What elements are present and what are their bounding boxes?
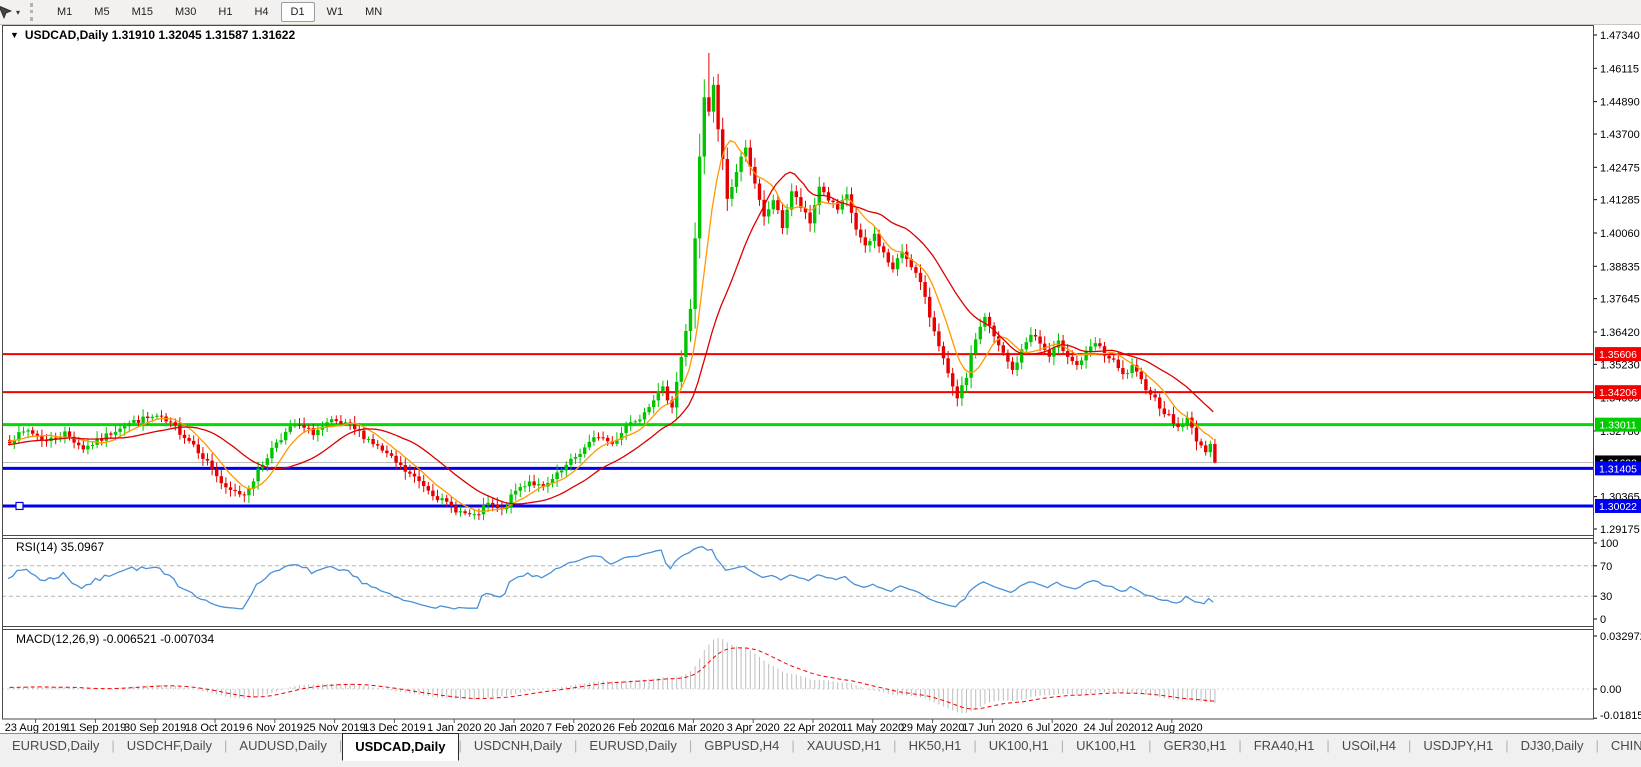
date-axis-label: 6 Nov 2019 [247,722,303,733]
date-axis-label: 13 Dec 2019 [363,722,425,733]
price-axis-label: 1.35230 [1600,359,1640,371]
price-axis-label: 1.37645 [1600,294,1640,306]
timeframe-button-w1[interactable]: W1 [317,2,354,22]
date-axis-label: 17 Jun 2020 [962,722,1023,733]
rsi-indicator-label: RSI(14) 35.0967 [16,540,104,554]
timeframe-button-h1[interactable]: H1 [208,2,242,22]
chart-window[interactable]: 1.47340 1.46115 1.44890 1.43700 1.42475 1.412… [0,25,1641,733]
chart-outer-border [3,26,1594,720]
candles-layer [8,53,1217,520]
rsi-line [8,547,1213,609]
price-axis-label: 1.44890 [1600,97,1640,109]
macd-signal-line [10,648,1215,709]
date-axis-label: 26 Feb 2020 [603,722,665,733]
chart-canvas[interactable]: 1.47340 1.46115 1.44890 1.43700 1.42475 1.412… [0,25,1641,733]
date-axis-label: 29 May 2020 [901,722,965,733]
timeframe-button-m15[interactable]: M15 [122,2,163,22]
svg-text:1.35606: 1.35606 [1599,349,1637,361]
price-axis-label: 1.46115 [1600,63,1639,75]
hline-selection-marker[interactable] [16,502,23,509]
macd-axis-label: -0.018154 [1600,710,1641,722]
price-axis: 1.47340 1.46115 1.44890 1.43700 1.42475 1.412… [1593,30,1641,536]
chart-tab-fra40-h1[interactable]: FRA40,H1 [1242,734,1327,758]
ma-8-line [8,141,1213,512]
date-axis-label: 1 Jan 2020 [427,722,481,733]
date-axis-label: 12 Aug 2020 [1141,722,1203,733]
chart-tab-usdchf-daily[interactable]: USDCHF,Daily [115,734,224,758]
date-axis-label: 6 Jul 2020 [1027,722,1078,733]
rsi-axis-label: 30 [1600,591,1612,603]
timeframe-button-h4[interactable]: H4 [244,2,278,22]
date-axis-label: 25 Nov 2019 [303,722,365,733]
svg-text:1.33011: 1.33011 [1599,420,1636,432]
symbol-tab-bar: EURUSD,Daily|USDCHF,Daily|AUDUSD,Daily|U… [0,733,1641,767]
date-axis-label: 24 Jul 2020 [1084,722,1141,733]
price-axis-label: 1.42475 [1600,162,1640,174]
macd-indicator-label: MACD(12,26,9) -0.006521 -0.007034 [16,632,214,646]
rsi-axis-label: 100 [1600,538,1618,550]
timeframe-button-m1[interactable]: M1 [47,2,82,22]
pane-borders [2,26,1594,720]
macd-axis-label: 0.032972 [1600,631,1641,643]
date-axis-label: 7 Feb 2020 [546,722,602,733]
chart-tab-uk100-h1[interactable]: UK100,H1 [1064,734,1148,758]
chart-tab-eurusd-daily[interactable]: EURUSD,Daily [577,734,688,758]
rsi-axis-label: 0 [1600,614,1606,626]
rsi-axis-label: 70 [1600,561,1612,573]
chart-tab-usoil-h4[interactable]: USOil,H4 [1330,734,1408,758]
macd-pane: 0.032972 0.00 -0.018154 [2,631,1641,722]
rsi-pane: 100 70 30 0 [2,538,1618,626]
chart-title: ▼ USDCAD,Daily 1.31910 1.32045 1.31587 1.… [10,28,295,42]
date-axis-label: 23 Aug 2019 [5,722,67,733]
chart-tab-audusd-daily[interactable]: AUDUSD,Daily [227,734,338,758]
macd-axis-label: 0.00 [1600,684,1621,696]
timeframe-button-mn[interactable]: MN [355,2,392,22]
svg-text:1.34206: 1.34206 [1599,387,1637,399]
price-axis-label: 1.40060 [1600,228,1640,240]
chart-tab-china300-h1[interactable]: CHINA300,H1 [1599,734,1641,758]
chart-tab-xauusd-h1[interactable]: XAUUSD,H1 [795,734,893,758]
date-axis-label: 30 Sep 2019 [124,722,186,733]
line-tool-icon[interactable] [0,4,13,20]
timeframe-button-m30[interactable]: M30 [165,2,206,22]
chart-tab-eurusd-daily[interactable]: EURUSD,Daily [0,734,111,758]
chart-ohlc-values: 1.31910 1.32045 1.31587 1.31622 [112,28,296,42]
date-axis-label: 16 Mar 2020 [663,722,725,733]
price-axis-label: 1.38835 [1600,261,1640,273]
date-axis-label: 22 Apr 2020 [783,722,842,733]
date-axis-label: 11 Sep 2019 [65,722,127,733]
chart-tab-uk100-h1[interactable]: UK100,H1 [977,734,1061,758]
tool-dropdown-icon[interactable]: ▾ [13,8,26,17]
moving-averages-layer [8,141,1213,512]
price-axis-label: 1.29175 [1600,524,1640,536]
date-axis: 23 Aug 201911 Sep 201930 Sep 201918 Oct … [5,719,1203,733]
svg-text:1.30022: 1.30022 [1599,501,1637,513]
date-axis-label: 18 Oct 2019 [185,722,245,733]
chart-tab-ger30-h1[interactable]: GER30,H1 [1151,734,1238,758]
top-toolbar: ▾ M1M5M15M30H1H4D1W1MN [0,0,1641,25]
chart-tab-usdjpy-h1[interactable]: USDJPY,H1 [1411,734,1505,758]
chart-symbol-label: USDCAD,Daily [25,28,108,42]
svg-text:1.31405: 1.31405 [1599,463,1637,475]
chart-menu-icon[interactable]: ▼ [10,30,19,40]
price-axis-label: 1.47340 [1600,30,1640,42]
toolbar-grip [30,3,40,21]
chart-tab-gbpusd-h4[interactable]: GBPUSD,H4 [692,734,791,758]
timeframe-button-d1[interactable]: D1 [281,2,315,22]
price-axis-label: 1.36420 [1600,327,1640,339]
date-axis-label: 11 May 2020 [841,722,904,733]
chart-tab-usdcnh-daily[interactable]: USDCNH,Daily [462,734,574,758]
date-axis-label: 3 Apr 2020 [727,722,780,733]
horizontal-lines-layer[interactable] [2,354,1593,509]
chart-tab-hk50-h1[interactable]: HK50,H1 [897,734,974,758]
date-axis-label: 20 Jan 2020 [484,722,545,733]
price-axis-label: 1.43700 [1600,129,1640,141]
chart-tab-dj30-daily[interactable]: DJ30,Daily [1509,734,1596,758]
price-axis-label: 1.41285 [1600,195,1640,207]
chart-tab-usdcad-daily[interactable]: USDCAD,Daily [342,733,458,761]
timeframe-button-m5[interactable]: M5 [84,2,119,22]
